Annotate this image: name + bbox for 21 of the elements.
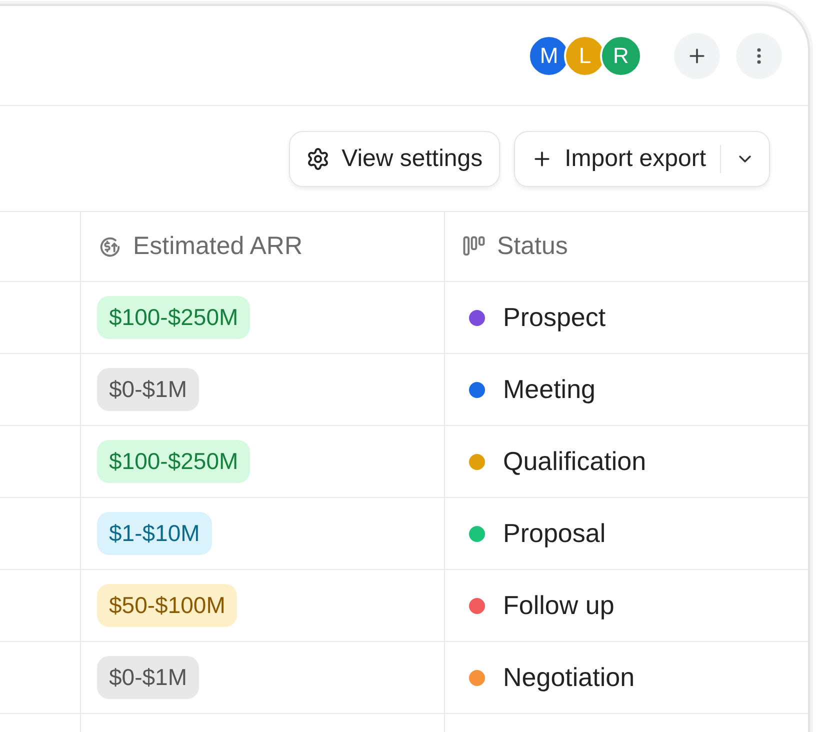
status-label: Follow up bbox=[503, 589, 614, 622]
arr-tag: $0-$1M bbox=[97, 368, 199, 411]
add-button[interactable] bbox=[674, 32, 720, 78]
view-settings-button[interactable]: View settings bbox=[288, 130, 500, 186]
arr-tag: $0-$1M bbox=[97, 656, 199, 699]
settings-icon bbox=[306, 146, 330, 170]
more-options-button[interactable] bbox=[736, 32, 782, 78]
column-header[interactable]: Status bbox=[497, 228, 568, 266]
status-label: Proposal bbox=[503, 517, 606, 550]
status-label: Meeting bbox=[503, 373, 596, 406]
status-label: Negotiation bbox=[503, 661, 635, 694]
more-vertical-icon bbox=[757, 48, 761, 64]
arr-tag: $100-$250M bbox=[97, 296, 250, 339]
column-header[interactable]: Estimated ARR bbox=[133, 228, 303, 266]
arr-tag: $100-$250M bbox=[97, 440, 250, 483]
arr-tag: $50-$100M bbox=[97, 584, 238, 627]
status-label: Qualification bbox=[503, 445, 646, 478]
arr-tag: $1-$10M bbox=[97, 512, 212, 555]
import-export-button[interactable]: Import export bbox=[514, 132, 720, 186]
status-label: Prospect bbox=[503, 301, 606, 334]
user-avatar[interactable]: R bbox=[600, 34, 642, 76]
